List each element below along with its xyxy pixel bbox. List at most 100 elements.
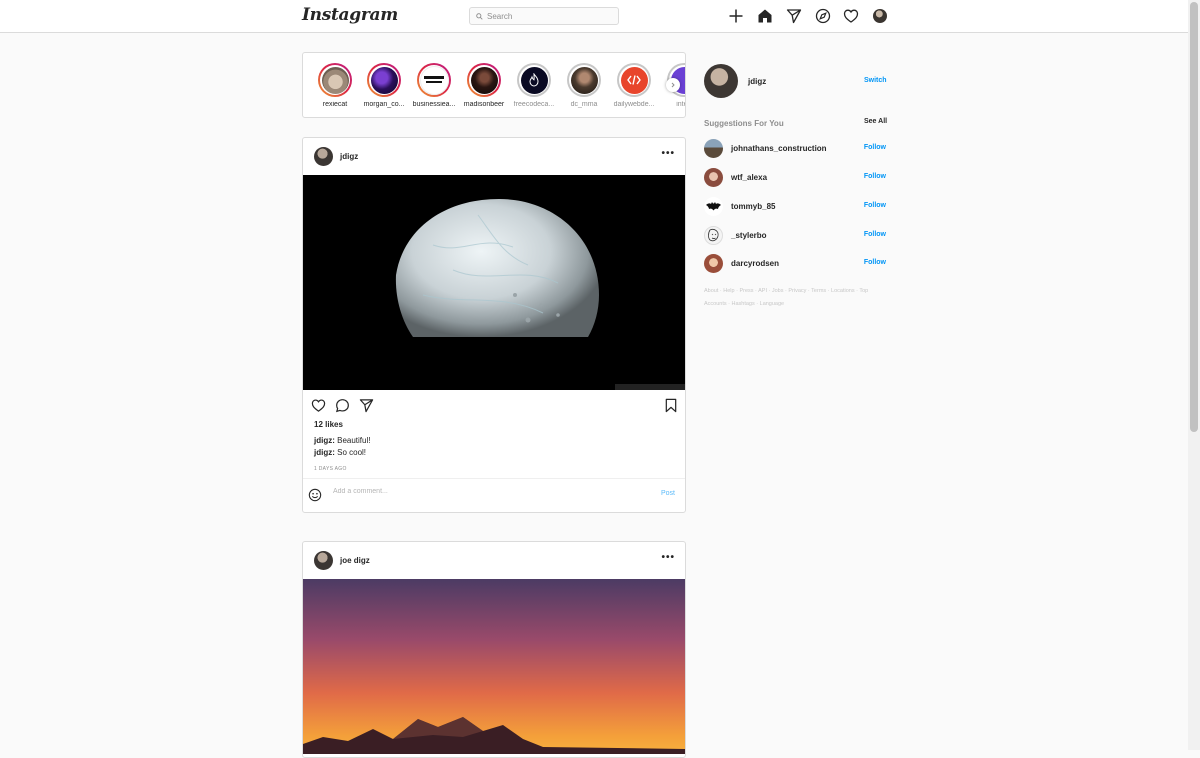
story-ring xyxy=(417,63,451,97)
business-insider-logo xyxy=(419,65,449,95)
story-item[interactable]: freecodeca... xyxy=(509,63,559,108)
suggestion-avatar[interactable] xyxy=(704,197,723,216)
save-bookmark-icon[interactable] xyxy=(664,398,678,413)
like-heart-icon[interactable] xyxy=(311,398,326,413)
story-username: businessiea... xyxy=(412,101,456,108)
post-username[interactable]: joe digz xyxy=(340,556,370,565)
follow-button[interactable]: Follow xyxy=(864,173,886,180)
suggestion-avatar[interactable] xyxy=(704,226,723,245)
suggestion-avatar[interactable] xyxy=(704,168,723,187)
sunset-image xyxy=(303,579,685,754)
sketch-face-icon xyxy=(708,228,719,242)
likes-count[interactable]: 12 likes xyxy=(314,420,343,429)
search-input[interactable] xyxy=(487,11,607,21)
instagram-logo[interactable]: Instagram xyxy=(302,5,398,25)
profile-avatar-icon[interactable] xyxy=(873,9,887,23)
suggestion-row: tommyb_85 Follow xyxy=(704,197,888,217)
comment-text: Beautiful! xyxy=(334,436,371,445)
share-icon[interactable] xyxy=(359,398,374,413)
home-icon[interactable] xyxy=(757,8,773,24)
comment-row: jdigz: So cool! xyxy=(314,448,366,457)
suggestion-row: wtf_alexa Follow xyxy=(704,168,888,188)
sidebar-username[interactable]: jdigz xyxy=(748,77,766,86)
post-comment-button[interactable]: Post xyxy=(661,490,675,497)
story-item[interactable]: dailywebde... xyxy=(609,63,659,108)
cat-avatar xyxy=(321,66,349,94)
post-avatar[interactable] xyxy=(314,147,333,166)
suggestion-avatar[interactable] xyxy=(704,139,723,158)
comment-text: So cool! xyxy=(334,448,367,457)
suggestion-username[interactable]: _stylerbo xyxy=(731,231,767,240)
feed-post: jdigz ••• 12 likes jdigz: Beautiful! jdi… xyxy=(302,137,686,513)
story-ring xyxy=(367,63,401,97)
concert-avatar xyxy=(370,66,398,94)
add-comment-bar: Post xyxy=(303,478,685,511)
chevron-right-icon xyxy=(671,82,675,88)
story-username: dc_mma xyxy=(570,101,598,108)
story-ring xyxy=(467,63,501,97)
page-scrollbar[interactable] xyxy=(1188,0,1200,750)
story-username: dailywebde... xyxy=(613,101,655,108)
comment-username[interactable]: jdigz: xyxy=(314,448,335,457)
post-header: jdigz ••• xyxy=(303,138,685,175)
scrollbar-thumb[interactable] xyxy=(1190,2,1198,432)
direct-icon[interactable] xyxy=(786,8,802,24)
suggestion-avatar[interactable] xyxy=(704,254,723,273)
suggestion-row: darcyrodsen Follow xyxy=(704,254,888,274)
story-item[interactable]: dc_mma xyxy=(559,63,609,108)
stories-tray: rexiecat morgan_co... businessiea... mad… xyxy=(302,52,686,118)
suggestion-username[interactable]: johnathans_construction xyxy=(731,144,827,153)
story-item[interactable]: madisonbeer xyxy=(459,63,509,108)
suggestion-username[interactable]: tommyb_85 xyxy=(731,202,775,211)
footer-links: About · Help · Press · API · Jobs · Priv… xyxy=(704,285,894,311)
dc-mma-avatar xyxy=(570,66,598,94)
comment-row: jdigz: Beautiful! xyxy=(314,436,370,445)
suggestion-username[interactable]: darcyrodsen xyxy=(731,259,779,268)
post-actions xyxy=(303,390,685,418)
story-username: freecodeca... xyxy=(513,101,555,108)
search-icon xyxy=(476,12,483,20)
post-image-sunset[interactable] xyxy=(303,579,685,754)
post-timestamp[interactable]: 1 DAYS AGO xyxy=(314,466,347,472)
comment-icon[interactable] xyxy=(335,398,350,413)
story-username: rexiecat xyxy=(322,101,348,108)
search-box[interactable] xyxy=(469,7,619,25)
comment-input[interactable] xyxy=(333,488,633,495)
new-post-icon[interactable] xyxy=(728,8,744,24)
post-image-moon[interactable] xyxy=(303,175,685,390)
footer-links-line[interactable]: Accounts · Hashtags · Language xyxy=(704,298,894,311)
activity-heart-icon[interactable] xyxy=(843,8,859,24)
explore-icon[interactable] xyxy=(815,8,831,24)
feed-post: joe digz ••• xyxy=(302,541,686,758)
story-ring xyxy=(517,63,551,97)
follow-button[interactable]: Follow xyxy=(864,231,886,238)
suggestion-username[interactable]: wtf_alexa xyxy=(731,173,767,182)
footer-links-line[interactable]: About · Help · Press · API · Jobs · Priv… xyxy=(704,285,894,298)
story-username: interf xyxy=(676,101,685,108)
post-avatar[interactable] xyxy=(314,551,333,570)
more-options-icon[interactable]: ••• xyxy=(661,552,675,563)
more-options-icon[interactable]: ••• xyxy=(661,148,675,159)
post-username[interactable]: jdigz xyxy=(340,152,358,161)
comment-username[interactable]: jdigz: xyxy=(314,436,335,445)
story-item[interactable]: businessiea... xyxy=(409,63,459,108)
suggestion-row: johnathans_construction Follow xyxy=(704,139,888,159)
follow-button[interactable]: Follow xyxy=(864,202,886,209)
stories-next-button[interactable] xyxy=(666,78,680,92)
story-item[interactable]: rexiecat xyxy=(310,63,360,108)
story-ring xyxy=(617,63,651,97)
story-item[interactable]: morgan_co... xyxy=(359,63,409,108)
suggestion-row: _stylerbo Follow xyxy=(704,226,888,246)
see-all-link[interactable]: See All xyxy=(864,118,887,125)
follow-button[interactable]: Follow xyxy=(864,259,886,266)
story-ring xyxy=(318,63,352,97)
story-ring xyxy=(567,63,601,97)
batman-logo-icon xyxy=(706,202,721,211)
switch-account-link[interactable]: Switch xyxy=(864,77,887,84)
madison-avatar xyxy=(470,66,498,94)
emoji-icon[interactable] xyxy=(308,488,322,502)
dailywebdev-logo xyxy=(620,66,648,94)
sidebar-profile-avatar[interactable] xyxy=(704,64,738,98)
story-username: madisonbeer xyxy=(463,101,505,108)
follow-button[interactable]: Follow xyxy=(864,144,886,151)
